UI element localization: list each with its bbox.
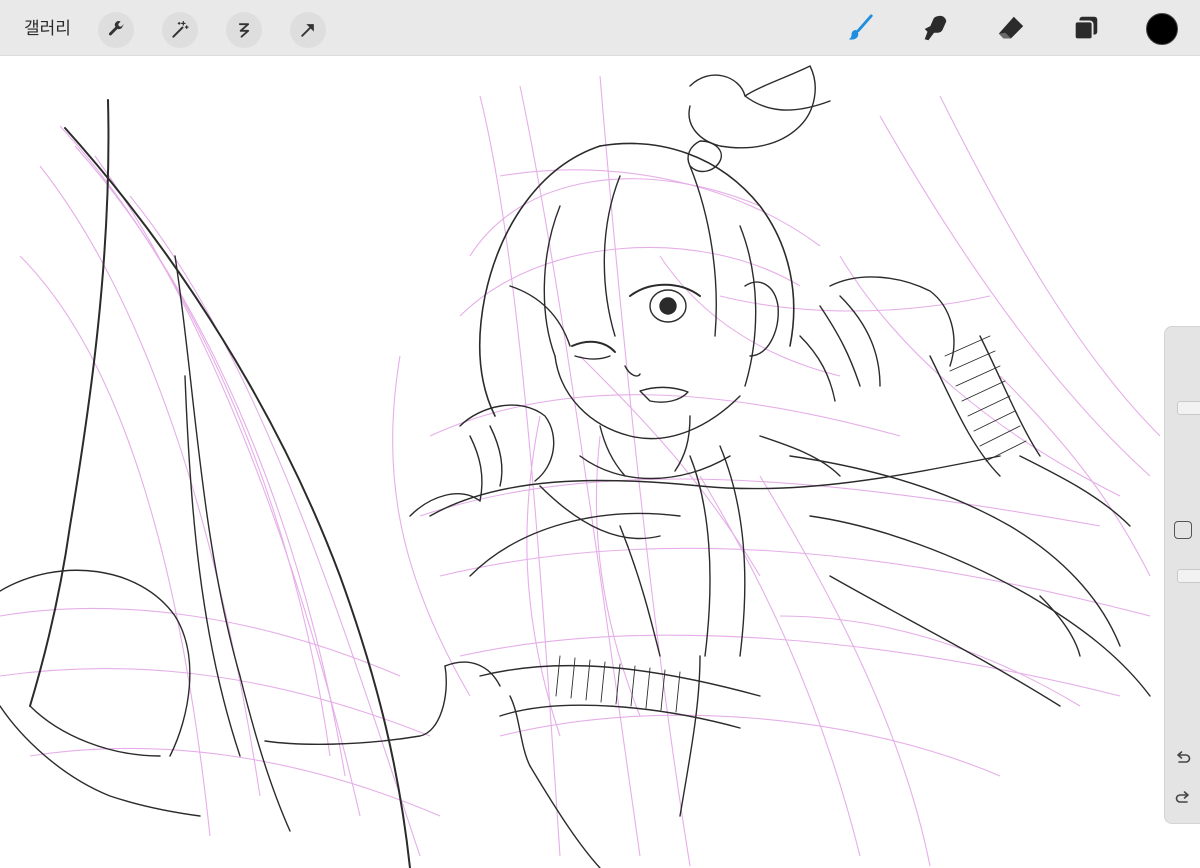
smudge-icon (924, 15, 947, 41)
brush-icon (848, 14, 873, 40)
side-panel (1164, 326, 1200, 824)
wrench-icon (108, 21, 124, 36)
selection-button[interactable] (226, 12, 262, 48)
undo-icon (1177, 751, 1191, 763)
sketch-artwork (0, 65, 1161, 868)
gallery-button[interactable]: 갤러리 (24, 0, 71, 56)
eraser-tool-button[interactable] (993, 10, 1029, 46)
transform-arrow-icon (301, 24, 314, 37)
brush-tool-button[interactable] (842, 10, 878, 46)
layers-icon (1073, 16, 1098, 41)
redo-icon (1175, 791, 1189, 803)
color-swatch[interactable] (1146, 13, 1178, 45)
redo-button[interactable] (1171, 787, 1195, 811)
opacity-slider[interactable] (1173, 569, 1200, 729)
brush-size-thumb[interactable] (1177, 400, 1200, 415)
eraser-icon (998, 16, 1024, 39)
top-toolbar: 갤러리 (0, 0, 1200, 56)
adjustments-button[interactable] (162, 12, 198, 48)
smudge-tool-button[interactable] (917, 10, 953, 46)
undo-button[interactable] (1171, 747, 1195, 771)
opacity-thumb[interactable] (1177, 569, 1200, 583)
actions-button[interactable] (98, 12, 134, 48)
drawing-canvas[interactable] (0, 56, 1200, 868)
line-art-layer (0, 65, 1151, 868)
brush-size-slider[interactable] (1173, 335, 1200, 495)
transform-button[interactable] (290, 12, 326, 48)
selection-s-icon (238, 23, 250, 38)
modify-square-icon[interactable] (1174, 521, 1192, 539)
layers-button[interactable] (1068, 10, 1104, 46)
cuff-ribbing (944, 335, 1027, 462)
magic-wand-icon (172, 21, 189, 38)
